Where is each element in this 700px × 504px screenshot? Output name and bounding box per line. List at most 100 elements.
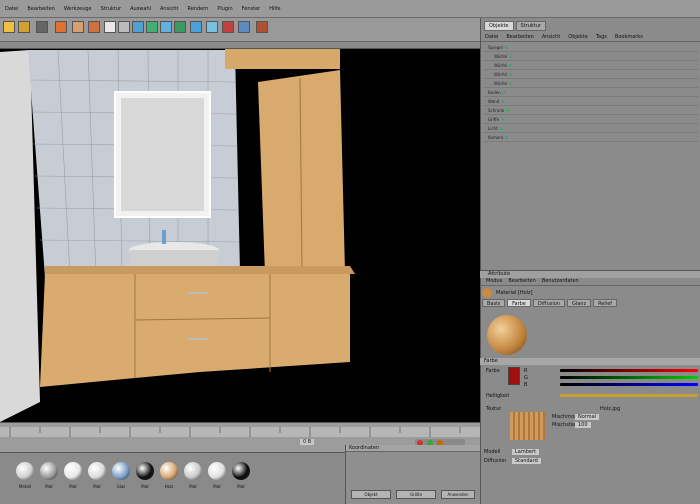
objects-menu-file[interactable]: Datei [485, 34, 498, 41]
redo-icon[interactable] [18, 21, 30, 33]
material-ball-icon[interactable] [40, 462, 58, 480]
objects-menu-objects[interactable]: Objekte [568, 34, 588, 41]
attr-tab-basis[interactable]: Basis [482, 299, 506, 307]
object-row[interactable]: Würfel [484, 53, 698, 61]
material-ball-icon[interactable] [16, 462, 34, 480]
scale-icon[interactable] [72, 21, 84, 33]
material-ball-icon[interactable] [88, 462, 106, 480]
material-ball-icon[interactable] [160, 462, 178, 480]
material-ball-icon[interactable] [64, 462, 82, 480]
model-value[interactable]: Lambert [512, 449, 539, 455]
diffuse-value[interactable]: Standard [512, 458, 541, 464]
object-row-label: Licht [488, 126, 498, 131]
texture-thumbnail[interactable] [510, 412, 545, 440]
visibility-dot-icon[interactable] [508, 82, 512, 85]
menu-item-rendern[interactable]: Rendern [187, 6, 208, 12]
objects-menu-view[interactable]: Ansicht [542, 34, 560, 41]
attr-menu-mode[interactable]: Modus [486, 278, 502, 285]
cube-icon[interactable] [190, 21, 202, 33]
mode-select[interactable]: Objekt [351, 490, 391, 499]
material-ball-icon[interactable] [232, 462, 250, 480]
visibility-dot-icon[interactable] [508, 55, 512, 58]
menu-item-datei[interactable]: Datei [5, 6, 18, 12]
attr-tab-relief[interactable]: Relief [593, 299, 618, 307]
objects-menu-tags[interactable]: Tags [596, 34, 607, 41]
render-icon[interactable] [174, 21, 186, 33]
menu-item-plugin[interactable]: Plugin [217, 6, 232, 12]
object-row[interactable]: Griffe [484, 116, 698, 124]
nurbs-icon[interactable] [206, 21, 218, 33]
menu-item-struktur[interactable]: Struktur [101, 6, 121, 12]
object-row-label: Kamera [488, 135, 504, 140]
x-axis-icon[interactable] [104, 21, 116, 33]
visibility-dot-icon[interactable] [501, 100, 505, 103]
menu-item-hilfe[interactable]: Hilfe [269, 6, 280, 12]
b-slider[interactable] [560, 383, 698, 386]
visibility-dot-icon[interactable] [508, 64, 512, 67]
frame-field[interactable]: 0 B [300, 439, 315, 445]
menu-item-werkzeuge[interactable]: Werkzeuge [64, 6, 92, 12]
attr-menu-userdata[interactable]: Benutzerdaten [542, 278, 579, 285]
object-row[interactable]: Boden [484, 89, 698, 97]
tab-structure[interactable]: Struktur [515, 21, 546, 31]
object-row[interactable]: Kamera [484, 134, 698, 142]
object-row[interactable]: Licht [484, 125, 698, 133]
attr-tab-color[interactable]: Farbe [507, 299, 531, 307]
material-ball-icon[interactable] [112, 462, 130, 480]
objects-menu-bookmarks[interactable]: Bookmarks [615, 34, 643, 41]
world-icon[interactable] [146, 21, 158, 33]
object-row[interactable]: Würfel [484, 80, 698, 88]
object-row[interactable]: Würfel [484, 62, 698, 70]
light-icon[interactable] [256, 21, 268, 33]
object-row[interactable]: Wand [484, 98, 698, 106]
apply-button[interactable]: Anwenden [441, 490, 475, 499]
rotate-icon[interactable] [88, 21, 100, 33]
attr-tab-diffusion[interactable]: Diffusion [532, 299, 565, 307]
viewport[interactable] [0, 42, 480, 422]
r-slider[interactable] [560, 369, 698, 372]
material-ball-icon[interactable] [184, 462, 202, 480]
tab-objects[interactable]: Objekte [484, 21, 514, 31]
object-row[interactable]: Würfel [484, 71, 698, 79]
undo-icon[interactable] [3, 21, 15, 33]
texture-name[interactable]: Holz.jpg [600, 406, 620, 412]
objects-menu-edit[interactable]: Bearbeiten [506, 34, 533, 41]
menu-item-fenster[interactable]: Fenster [242, 6, 261, 12]
visibility-dot-icon[interactable] [502, 91, 506, 94]
material-ball-icon[interactable] [136, 462, 154, 480]
object-row[interactable]: Schrank [484, 107, 698, 115]
visibility-dot-icon[interactable] [499, 127, 503, 130]
deformer-icon[interactable] [222, 21, 234, 33]
visibility-dot-icon[interactable] [504, 46, 508, 49]
attr-menu-edit[interactable]: Bearbeiten [508, 278, 535, 285]
attributes-menu: Modus Bearbeiten Benutzerdaten [480, 278, 700, 286]
material-ball-icon[interactable] [208, 462, 226, 480]
mix-value[interactable]: Normal [575, 414, 600, 420]
select-icon[interactable] [36, 21, 48, 33]
visibility-dot-icon[interactable] [508, 73, 512, 76]
visibility-dot-icon[interactable] [505, 136, 509, 139]
visibility-dot-icon[interactable] [501, 118, 505, 121]
object-row[interactable]: Spiegel [484, 44, 698, 52]
size-mode-select[interactable]: Größe [396, 490, 436, 499]
object-row-label: Boden [488, 90, 501, 95]
g-slider[interactable] [560, 376, 698, 379]
visibility-dot-icon[interactable] [506, 109, 510, 112]
faucet [162, 230, 166, 244]
move-icon[interactable] [55, 21, 67, 33]
attr-tab-gloss[interactable]: Glanz [566, 299, 592, 307]
color-swatch[interactable] [508, 367, 520, 385]
menu-item-ansicht[interactable]: Ansicht [160, 6, 178, 12]
brightness-slider[interactable] [560, 394, 698, 397]
render-view-icon[interactable] [160, 21, 172, 33]
spline-icon[interactable] [238, 21, 250, 33]
menu-item-auswahl[interactable]: Auswahl [130, 6, 151, 12]
menu-item-bearbeiten[interactable]: Bearbeiten [27, 6, 54, 12]
coordinates-panel: Koordinaten Objekt Größe Anwenden [345, 445, 480, 504]
y-axis-icon[interactable] [118, 21, 130, 33]
mix-strength-value[interactable]: 100 [575, 422, 591, 428]
object-row-label: Würfel [494, 54, 507, 59]
material-label: Mat [213, 484, 221, 489]
material-label: Glas [116, 484, 126, 489]
z-axis-icon[interactable] [132, 21, 144, 33]
